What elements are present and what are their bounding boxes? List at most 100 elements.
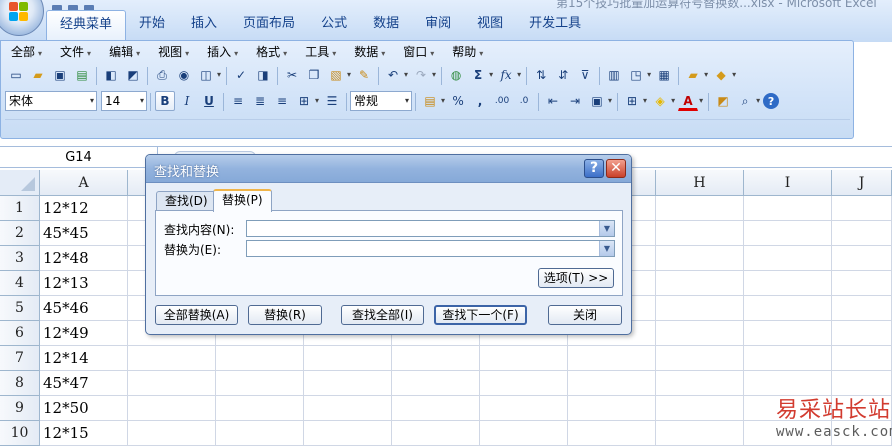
cell[interactable] <box>304 371 392 396</box>
spelling-icon[interactable]: ✓ <box>231 65 251 85</box>
menu-data[interactable]: 数据 ▾ <box>348 43 393 61</box>
cell[interactable] <box>216 346 304 371</box>
new-file-icon[interactable]: ▭ <box>6 65 26 85</box>
row-header[interactable]: 8 <box>0 371 40 396</box>
row-header[interactable]: 6 <box>0 321 40 346</box>
chart-icon[interactable]: ▥ <box>604 65 624 85</box>
replace-all-button[interactable]: 全部替换(A) <box>155 305 238 325</box>
font-color-icon[interactable]: A <box>678 91 699 111</box>
format-painter-icon[interactable]: ✎ <box>354 65 374 85</box>
copy-icon[interactable]: ❐ <box>304 65 324 85</box>
menu-all[interactable]: 全部 ▾ <box>5 43 50 61</box>
row-header[interactable]: 10 <box>0 421 40 446</box>
tab-insert[interactable]: 插入 <box>178 10 230 38</box>
cell[interactable] <box>656 296 744 321</box>
chevron-down-icon[interactable]: ▾ <box>699 90 703 112</box>
row-header[interactable]: 3 <box>0 246 40 271</box>
cell[interactable] <box>480 421 568 446</box>
filter-icon[interactable]: ⊽ <box>575 65 595 85</box>
percent-style-button[interactable]: % <box>448 91 468 111</box>
cell[interactable] <box>832 321 892 346</box>
decrease-indent-icon[interactable]: ⇤ <box>543 91 563 111</box>
wrap-text-icon[interactable]: ☰ <box>322 91 342 111</box>
cell-a[interactable]: 12*50 <box>40 396 128 421</box>
cell[interactable] <box>656 271 744 296</box>
cell-a[interactable]: 12*48 <box>40 246 128 271</box>
cell[interactable] <box>392 371 480 396</box>
cell[interactable] <box>304 396 392 421</box>
menu-help[interactable]: 帮助 ▾ <box>446 43 491 61</box>
chevron-down-icon[interactable]: ▾ <box>347 64 351 86</box>
column-header[interactable]: J <box>832 170 892 196</box>
row-header[interactable]: 5 <box>0 296 40 321</box>
cell[interactable] <box>568 421 656 446</box>
tab-page-layout[interactable]: 页面布局 <box>230 10 308 38</box>
cell[interactable] <box>480 346 568 371</box>
column-header[interactable]: I <box>744 170 832 196</box>
chevron-down-icon[interactable]: ▼ <box>599 241 614 256</box>
table-grid-icon[interactable]: ▦ <box>654 65 674 85</box>
italic-button[interactable]: I <box>177 91 197 111</box>
cell[interactable] <box>392 421 480 446</box>
row-header[interactable]: 1 <box>0 196 40 221</box>
cell[interactable] <box>744 271 832 296</box>
cell[interactable] <box>744 296 832 321</box>
help-icon[interactable]: ? <box>763 93 780 109</box>
tab-data[interactable]: 数据 <box>360 10 412 38</box>
chevron-down-icon[interactable]: ▾ <box>643 90 647 112</box>
select-all-corner[interactable] <box>0 170 40 196</box>
cell[interactable] <box>568 396 656 421</box>
border-style-icon[interactable]: ▣ <box>587 91 607 111</box>
align-left-icon[interactable]: ≡ <box>228 91 248 111</box>
cell[interactable] <box>744 321 832 346</box>
chevron-down-icon[interactable]: ▾ <box>732 64 736 86</box>
find-all-button[interactable]: 查找全部(I) <box>341 305 424 325</box>
cell[interactable] <box>832 246 892 271</box>
insert-function-icon[interactable]: fx <box>496 65 516 85</box>
borders-icon[interactable]: ⊞ <box>622 91 642 111</box>
bold-button[interactable]: B <box>155 91 175 111</box>
tab-review[interactable]: 审阅 <box>412 10 464 38</box>
cell[interactable] <box>656 396 744 421</box>
cell[interactable] <box>216 396 304 421</box>
office-button[interactable] <box>0 0 44 36</box>
cell[interactable] <box>568 371 656 396</box>
chevron-down-icon[interactable]: ▾ <box>217 64 221 86</box>
cell[interactable] <box>128 371 216 396</box>
cell[interactable] <box>216 371 304 396</box>
tab-find[interactable]: 查找(D) <box>156 191 217 211</box>
open-folder-icon[interactable]: ▰ <box>28 65 48 85</box>
tab-view[interactable]: 视图 <box>464 10 516 38</box>
menu-window[interactable]: 窗口 ▾ <box>397 43 442 61</box>
row-header[interactable]: 7 <box>0 346 40 371</box>
cell[interactable] <box>216 421 304 446</box>
print-icon[interactable]: ⎙ <box>152 65 172 85</box>
chevron-down-icon[interactable]: ▾ <box>756 90 760 112</box>
cell[interactable] <box>656 346 744 371</box>
autosum-icon[interactable]: Σ <box>468 65 488 85</box>
zoom-icon[interactable]: ⌕ <box>735 91 755 111</box>
sort-ascending-icon[interactable]: ⇅ <box>531 65 551 85</box>
menu-view[interactable]: 视图 ▾ <box>152 43 197 61</box>
paste-icon[interactable]: ▧ <box>326 65 346 85</box>
replace-button[interactable]: 替换(R) <box>248 305 322 325</box>
cell[interactable] <box>304 421 392 446</box>
cell[interactable] <box>744 196 832 221</box>
tab-developer[interactable]: 开发工具 <box>516 10 594 38</box>
close-button[interactable]: 关闭 <box>548 305 622 325</box>
permission-icon[interactable]: ◧ <box>101 65 121 85</box>
cell-a[interactable]: 45*45 <box>40 221 128 246</box>
save-as-icon[interactable]: ▤ <box>72 65 92 85</box>
cell[interactable] <box>656 321 744 346</box>
cell[interactable] <box>832 271 892 296</box>
cell[interactable] <box>656 221 744 246</box>
dialog-close-button[interactable]: ✕ <box>606 159 626 178</box>
align-right-icon[interactable]: ≡ <box>272 91 292 111</box>
find-what-combo[interactable]: ▼ <box>246 220 615 237</box>
cell-a[interactable]: 45*46 <box>40 296 128 321</box>
decrease-decimal-icon[interactable]: .0 <box>514 91 534 111</box>
sort-descending-icon[interactable]: ⇵ <box>553 65 573 85</box>
chevron-down-icon[interactable]: ▾ <box>432 64 436 86</box>
comma-style-button[interactable]: , <box>470 91 490 111</box>
increase-indent-icon[interactable]: ⇥ <box>565 91 585 111</box>
